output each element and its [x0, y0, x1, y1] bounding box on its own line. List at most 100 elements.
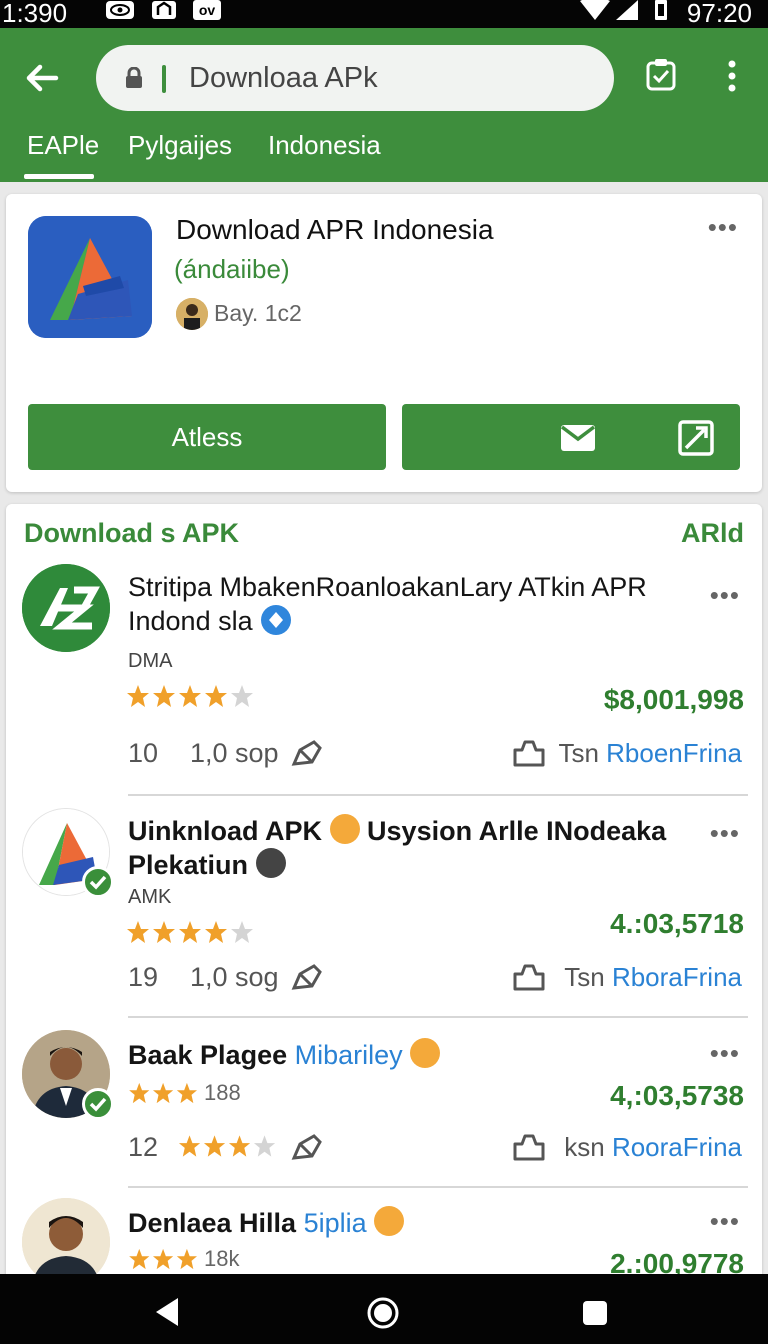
app-header: Downloaa APk EAPle Pylgaijes Indonesia: [0, 28, 768, 182]
star-rating-icon: [129, 1248, 197, 1270]
item-store-link[interactable]: Tsn RboenFrina: [558, 738, 742, 769]
divider: [128, 1186, 748, 1188]
mail-icon[interactable]: [560, 424, 596, 452]
item-store-link[interactable]: Tsn RboraFrina: [564, 962, 742, 993]
item-size: 1,0 sop: [190, 738, 279, 768]
eye-icon: [104, 0, 136, 20]
battery-icon: [652, 0, 670, 20]
tab-eaple[interactable]: EAPle: [27, 130, 99, 161]
download-list-card: Download s APK ARld Stritipa MbakenRoanl…: [6, 504, 762, 1304]
item-price: 4.:03,5718: [610, 908, 744, 939]
more-vert-icon: [728, 60, 736, 92]
more-options-icon[interactable]: •••: [708, 212, 738, 243]
rating-stars: [126, 920, 254, 944]
item-tag: DMA: [128, 650, 173, 672]
list-item[interactable]: Stritipa MbakenRoanloakanLary ATkin APR …: [6, 562, 762, 796]
item-more-icon[interactable]: •••: [710, 1038, 740, 1069]
item-size: 1,0 sog: [190, 962, 279, 992]
item-count: 19: [128, 962, 159, 992]
item-price: $8,001,998: [603, 684, 744, 715]
divider: [128, 1016, 748, 1018]
item-avatar: [22, 1198, 110, 1286]
clipboard-check-icon: [646, 59, 676, 91]
star-rating-icon: [178, 1135, 276, 1157]
share-actions: [402, 404, 740, 470]
tab-indonesia[interactable]: Indonesia: [268, 130, 381, 161]
back-button[interactable]: [22, 58, 62, 98]
arrow-left-icon: [26, 64, 59, 92]
item-rating-count: 188: [126, 1080, 241, 1106]
system-nav-bar: [0, 1274, 768, 1344]
item-tag: AMK: [128, 886, 172, 908]
tab-pylgaijes[interactable]: Pylgaijes: [128, 130, 232, 161]
nav-back-icon[interactable]: [152, 1296, 182, 1328]
address-bar[interactable]: Downloaa APk: [96, 45, 614, 111]
star-rating-icon: [127, 685, 253, 707]
list-item[interactable]: Uinknload APK Usysion Arlle INodeaka Ple…: [6, 804, 762, 1024]
person-photo-icon: [22, 1198, 110, 1286]
item-avatar: [22, 564, 110, 652]
rating-stars: [126, 684, 254, 708]
verified-badge-icon: [261, 605, 292, 635]
bag-icon[interactable]: [512, 962, 546, 992]
overflow-menu-button[interactable]: [722, 58, 742, 94]
item-price: 4,:03,5738: [610, 1080, 744, 1111]
section-action-link[interactable]: ARld: [681, 518, 744, 549]
share-icon[interactable]: [290, 738, 324, 768]
share-icon[interactable]: [290, 1132, 324, 1162]
emoji-icon: [374, 1206, 405, 1236]
bag-icon[interactable]: [512, 1132, 546, 1162]
developer-name[interactable]: Bay. 1c2: [214, 300, 302, 327]
developer-avatar: [176, 298, 208, 330]
clipboard-check-button[interactable]: [644, 58, 678, 92]
item-title: Stritipa MbakenRoanloakanLary ATkin APR …: [128, 572, 647, 636]
rating-count: 188: [204, 1080, 241, 1105]
item-store-link[interactable]: ksn RooraFrina: [564, 1132, 742, 1163]
item-count: 10: [128, 738, 159, 768]
app-card: Download APR Indonesia (ándaiibe) Bay. 1…: [6, 194, 762, 492]
tab-bar: EAPle Pylgaijes Indonesia: [0, 126, 768, 182]
item-more-icon[interactable]: •••: [710, 580, 740, 611]
app-subtitle: (ándaiibe): [174, 254, 290, 284]
edit-share-icon[interactable]: [678, 420, 714, 456]
lock-icon: [126, 67, 142, 88]
item-rating-count: 18k: [126, 1246, 239, 1272]
apk-mark-icon: [22, 564, 110, 652]
status-bar: 1:390 ov 97:20: [0, 0, 768, 28]
list-item[interactable]: Baak Plagee Mibariley 188 4,:03,5738 12 …: [6, 1028, 762, 1194]
item-more-icon[interactable]: •••: [710, 1206, 740, 1237]
tab-indicator: [24, 174, 94, 179]
emoji-dark-icon: [255, 848, 286, 878]
text-cursor: [162, 65, 166, 93]
nav-recents-icon[interactable]: [582, 1300, 608, 1326]
address-text: Downloaa APk: [189, 62, 378, 94]
emoji-icon: [329, 814, 360, 844]
item-title: Baak Plagee Mibariley: [128, 1038, 698, 1072]
verified-check-icon: [82, 866, 114, 898]
install-button[interactable]: Atless: [28, 404, 386, 470]
app-screen: 1:390 ov 97:20 Downloaa APk EAPle Pylgai…: [0, 0, 768, 1344]
verified-check-icon: [82, 1088, 114, 1120]
star-rating-icon: [127, 921, 253, 943]
status-time-left: 1:390: [2, 0, 68, 28]
rating-count: 18k: [204, 1246, 240, 1271]
wifi-icon: [578, 0, 612, 20]
app-logo: [28, 216, 152, 338]
app-title: Download APR Indonesia: [176, 214, 494, 245]
divider: [128, 794, 748, 796]
share-icon[interactable]: [290, 962, 324, 992]
item-title: Denlaea Hilla 5iplia: [128, 1206, 698, 1240]
upload-icon: [150, 0, 178, 20]
nav-home-icon[interactable]: [366, 1296, 400, 1330]
item-count: 12: [128, 1132, 159, 1162]
section-title: Download s APK: [24, 518, 240, 548]
status-time-right: 97:20: [686, 0, 752, 28]
bag-icon[interactable]: [512, 738, 546, 768]
star-rating-icon: [129, 1082, 197, 1104]
signal-icon: [614, 0, 640, 20]
item-title: Uinknload APK Usysion Arlle INodeaka Ple…: [128, 814, 667, 880]
item-more-icon[interactable]: •••: [710, 818, 740, 849]
emoji-icon: [410, 1038, 441, 1068]
apk-logo-icon: [28, 216, 152, 338]
status-badge: ov: [193, 0, 221, 20]
